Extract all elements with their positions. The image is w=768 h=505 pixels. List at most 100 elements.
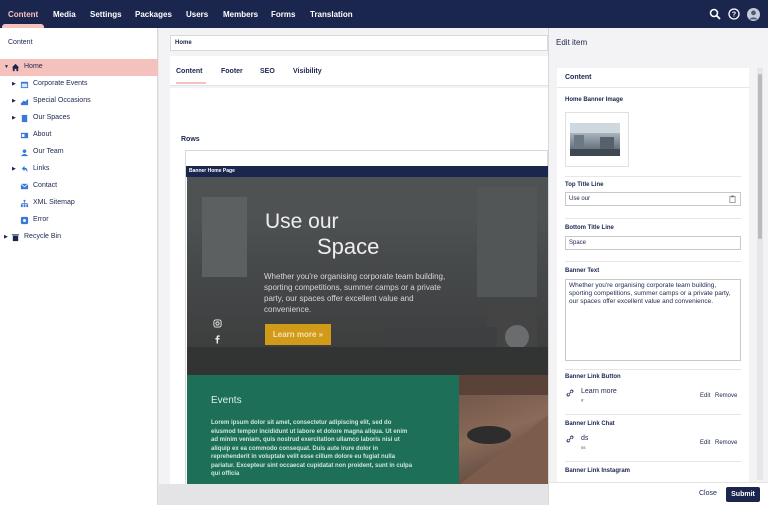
nav-users[interactable]: Users: [186, 0, 208, 28]
sidebar-title: Content: [8, 39, 33, 46]
tab-content[interactable]: Content: [176, 68, 202, 75]
tab-footer[interactable]: Footer: [221, 68, 243, 75]
banner-preview[interactable]: Use our Space Whether you're organising …: [187, 177, 548, 375]
close-button[interactable]: Close: [699, 490, 717, 497]
editor-tabs: Content Footer SEO Visibility: [170, 56, 548, 86]
link-button-name: Learn more: [581, 388, 617, 395]
divider: [565, 176, 741, 177]
link-button-url: #: [581, 398, 584, 403]
help-icon[interactable]: ?: [728, 8, 740, 20]
tab-visibility[interactable]: Visibility: [293, 68, 322, 75]
caret-down-icon[interactable]: ▼: [4, 64, 9, 70]
link-chat-edit[interactable]: Edit: [700, 440, 710, 446]
caret-right-icon[interactable]: ▶: [4, 234, 8, 240]
label-banner-link-button: Banner Link Button: [565, 374, 621, 380]
nav-forms[interactable]: Forms: [271, 0, 295, 28]
tree-item-about[interactable]: About: [0, 127, 158, 144]
tree-label-our-spaces: Our Spaces: [33, 114, 70, 121]
tree-label-recycle-bin: Recycle Bin: [24, 233, 61, 240]
user-avatar[interactable]: [747, 8, 760, 21]
events-block[interactable]: Events Lorem ipsum dolor sit amet, conse…: [187, 375, 459, 485]
link-button-remove[interactable]: Remove: [715, 393, 737, 399]
facebook-icon[interactable]: [213, 334, 222, 344]
search-icon[interactable]: [709, 8, 721, 20]
tree-item-our-team[interactable]: Our Team: [0, 144, 158, 161]
tree-label-our-team: Our Team: [33, 148, 64, 155]
tree-item-recycle-bin[interactable]: ▶ Recycle Bin: [0, 229, 158, 246]
link-button-edit[interactable]: Edit: [700, 393, 710, 399]
tab-seo[interactable]: SEO: [260, 68, 275, 75]
banner-learn-more-button[interactable]: Learn more »: [265, 324, 331, 345]
tree-item-special-occasions[interactable]: ▶ Special Occasions: [0, 93, 158, 110]
label-banner-link-chat: Banner Link Chat: [565, 421, 615, 427]
tree-item-links[interactable]: ▶ Links: [0, 161, 158, 178]
banner-title-line2: Space: [317, 234, 380, 259]
trash-icon: [11, 234, 20, 242]
label-bottom-title-line: Bottom Title Line: [565, 225, 614, 231]
instagram-icon[interactable]: [213, 319, 222, 328]
tree-label-home: Home: [24, 63, 43, 70]
caret-right-icon[interactable]: ▶: [12, 115, 16, 121]
nav-media[interactable]: Media: [53, 0, 76, 28]
tree-item-xml-sitemap[interactable]: XML Sitemap: [0, 195, 158, 212]
link-chat-name: ds: [581, 435, 589, 442]
node-name-field[interactable]: Home: [170, 35, 548, 51]
banner-block-header[interactable]: Banner Home Page: [186, 166, 548, 177]
link-chat-url: ss: [581, 445, 586, 450]
tree-item-corporate-events[interactable]: ▶ Corporate Events: [0, 76, 158, 93]
link-chat-remove[interactable]: Remove: [715, 440, 737, 446]
bottom-title-line-input[interactable]: Space: [565, 236, 741, 250]
caret-right-icon[interactable]: ▶: [12, 166, 16, 172]
banner-text: Whether you're organising corporate team…: [264, 272, 446, 314]
home-banner-image-picker[interactable]: [565, 112, 629, 167]
edit-content-card: Content Home Banner Image Top Title Line…: [557, 68, 749, 483]
svg-text:?: ?: [732, 12, 736, 19]
top-navigation: Content Media Settings Packages Users Me…: [0, 0, 768, 28]
mail-icon: [20, 183, 29, 190]
tree-item-contact[interactable]: Contact: [0, 178, 158, 195]
tree-label-contact: Contact: [33, 182, 58, 189]
edit-panel-scroll-thumb[interactable]: [758, 74, 762, 239]
rows-label: Rows: [181, 136, 200, 143]
building-icon: [21, 114, 28, 123]
top-title-line-input[interactable]: Use our: [565, 192, 741, 206]
card-header: Content: [557, 68, 749, 88]
edit-panel-title: Edit item: [556, 38, 588, 47]
tree-label-xml-sitemap: XML Sitemap: [33, 199, 75, 206]
tree-item-error[interactable]: Error: [0, 212, 158, 229]
team-icon: [20, 149, 29, 157]
home-banner-image-thumbnail[interactable]: [570, 123, 620, 156]
thumbnail-photo: [570, 123, 620, 156]
tree-label-links: Links: [33, 165, 50, 172]
label-banner-text: Banner Text: [565, 268, 600, 274]
editor-footer-bar: [159, 484, 548, 505]
banner-title-line1: Use our: [265, 210, 339, 233]
divider: [565, 461, 741, 462]
events-photo: [459, 375, 548, 485]
nav-members[interactable]: Members: [223, 0, 258, 28]
banner-text-textarea[interactable]: Whether you're organising corporate team…: [565, 279, 741, 361]
sitemap-icon: [20, 199, 29, 208]
divider: [565, 369, 741, 370]
card-title: Content: [565, 74, 592, 81]
tree-item-home[interactable]: ▼ Home: [0, 59, 158, 76]
submit-button[interactable]: Submit: [726, 487, 760, 502]
tree-item-our-spaces[interactable]: ▶ Our Spaces: [0, 110, 158, 127]
events-title: Events: [211, 395, 242, 406]
content-tree-sidebar: Content ▼ Home ▶ Corporate Events ▶ Spec…: [0, 28, 158, 505]
card-icon: [20, 132, 29, 139]
clipboard-icon[interactable]: [729, 195, 736, 203]
caret-right-icon[interactable]: ▶: [12, 81, 16, 87]
nav-settings[interactable]: Settings: [90, 0, 122, 28]
edit-panel-footer: Close Submit: [549, 482, 768, 505]
label-banner-link-instagram: Banner Link Instagram: [565, 468, 631, 474]
events-image: [459, 375, 548, 485]
link-icon: [566, 389, 574, 397]
caret-right-icon[interactable]: ▶: [12, 98, 16, 104]
nav-translation[interactable]: Translation: [310, 0, 353, 28]
divider: [565, 218, 741, 219]
nav-packages[interactable]: Packages: [135, 0, 172, 28]
label-home-banner-image: Home Banner Image: [565, 97, 624, 103]
link-icon: [566, 435, 574, 443]
calendar-icon: [20, 81, 29, 89]
